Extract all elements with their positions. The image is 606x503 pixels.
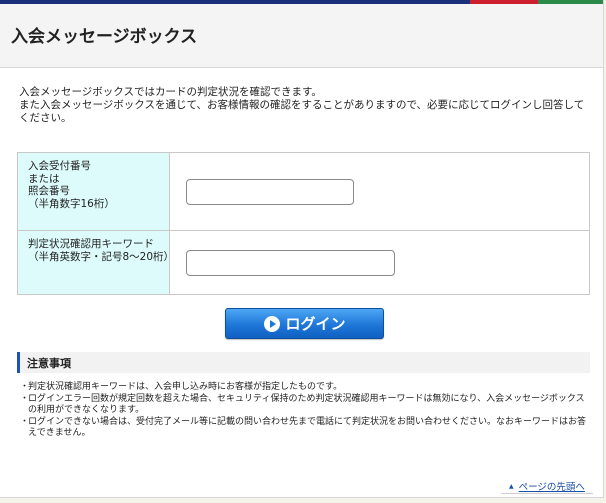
- label-line: 入会受付番号: [28, 160, 91, 172]
- label-line: 照会番号: [28, 185, 70, 197]
- keyword-label: 判定状況確認用キーワード （半角英数字・記号8～20桁）: [17, 230, 175, 295]
- page-header: 入会メッセージボックス: [0, 4, 603, 68]
- keyword-cell: [169, 230, 590, 295]
- notice-item-text: ログインできない場合は、受付完了メール等に記載の問い合わせ先まで電話にて判定状況…: [28, 417, 587, 438]
- notice-list: ・ 判定状況確認用キーワードは、入会申し込み時にお客様が指定したものです。 ・ …: [20, 382, 586, 440]
- bullet: ・: [20, 417, 30, 427]
- form-row-keyword: 判定状況確認用キーワード （半角英数字・記号8～20桁）: [17, 230, 590, 295]
- page-title: 入会メッセージボックス: [11, 27, 198, 47]
- notice-item: ・ 判定状況確認用キーワードは、入会申し込み時にお客様が指定したものです。: [20, 382, 586, 393]
- reception-number-label: 入会受付番号 または 照会番号 （半角数字16桁）: [17, 152, 170, 231]
- bullet: ・: [20, 394, 30, 404]
- form-row-reception-number: 入会受付番号 または 照会番号 （半角数字16桁）: [17, 152, 590, 231]
- page-top-link[interactable]: ▲ ページの先頭へ: [501, 479, 593, 494]
- page-frame: 入会メッセージボックス 入会メッセージボックスではカードの判定状況を確認できます…: [0, 0, 604, 498]
- intro-text: 入会メッセージボックスではカードの判定状況を確認できます。 また入会メッセージボ…: [19, 86, 589, 125]
- bullet: ・: [20, 382, 30, 392]
- intro-line-1: 入会メッセージボックスではカードの判定状況を確認できます。: [19, 86, 322, 98]
- notice-item-text: ログインエラー回数が規定回数を超えた場合、セキュリティ保持のため判定状況確認用キ…: [28, 394, 585, 415]
- triangle-up-icon: ▲: [509, 482, 514, 490]
- keyword-input[interactable]: [186, 249, 395, 276]
- label-line: 判定状況確認用キーワード: [28, 238, 154, 250]
- notice-item-text: 判定状況確認用キーワードは、入会申し込み時にお客様が指定したものです。: [28, 382, 343, 392]
- reception-number-cell: [169, 152, 590, 231]
- label-line: または: [28, 172, 60, 185]
- intro-line-2: また入会メッセージボックスを通じて、お客様情報の確認をすることがありますので、必…: [19, 99, 585, 124]
- play-circle-icon: [264, 315, 281, 332]
- notice-heading: 注意事項: [27, 357, 71, 370]
- reception-number-input[interactable]: [186, 178, 354, 205]
- login-button-label: ログイン: [285, 315, 346, 333]
- notice-heading-bar: 注意事項: [17, 352, 590, 373]
- login-button[interactable]: ログイン: [225, 308, 384, 339]
- page-top-label[interactable]: ページの先頭へ: [519, 479, 585, 493]
- notice-item: ・ ログインエラー回数が規定回数を超えた場合、セキュリティ保持のため判定状況確認…: [20, 394, 586, 416]
- label-line: （半角数字16桁）: [28, 197, 115, 210]
- notice-item: ・ ログインできない場合は、受付完了メール等に記載の問い合わせ先まで電話にて判定…: [20, 417, 586, 439]
- login-form-table: 入会受付番号 または 照会番号 （半角数字16桁） 判定状況確認用キーワード （…: [17, 152, 590, 295]
- label-line: （半角英数字・記号8～20桁）: [28, 250, 175, 263]
